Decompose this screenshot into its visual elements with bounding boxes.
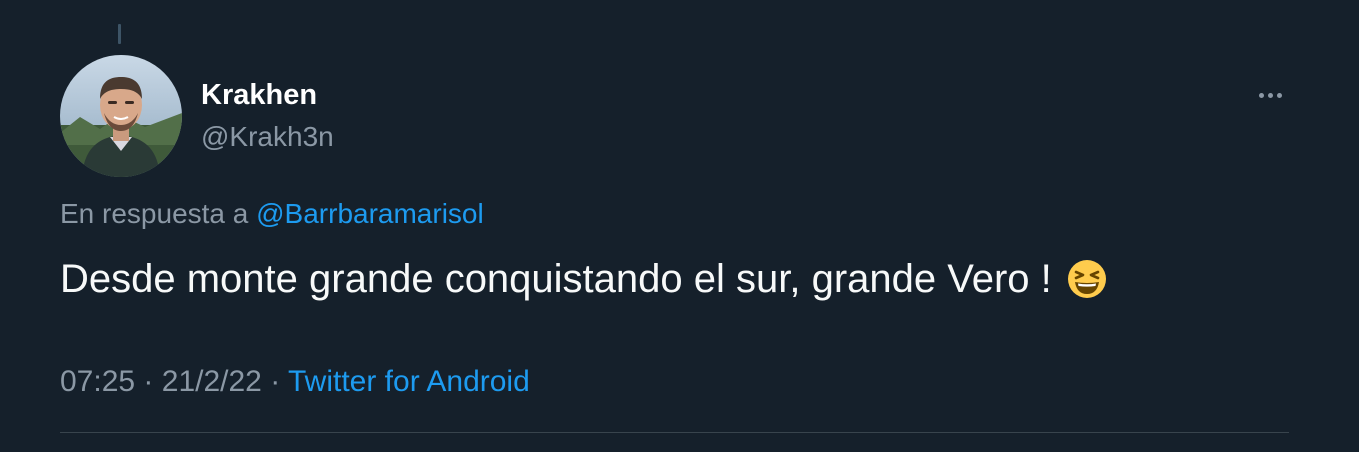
author-name[interactable]: Krakhen xyxy=(201,77,317,113)
more-options-button[interactable] xyxy=(1250,80,1290,110)
grinning-squinting-face-emoji-icon xyxy=(1066,258,1108,300)
tweet-text: Desde monte grande conquistando el sur, … xyxy=(60,254,1108,304)
more-horizontal-icon xyxy=(1258,92,1264,98)
divider xyxy=(60,432,1289,433)
tweet-source-link[interactable]: Twitter for Android xyxy=(288,365,530,398)
avatar[interactable] xyxy=(60,55,182,177)
tweet-card: Krakhen @Krakh3n En respuesta a @Barrbar… xyxy=(0,0,1359,452)
user-photo-avatar-icon xyxy=(60,55,182,177)
meta-separator: · xyxy=(270,365,281,398)
tweet-text-content: Desde monte grande conquistando el sur, … xyxy=(60,257,1052,301)
thread-connector-line xyxy=(118,24,121,44)
author-handle[interactable]: @Krakh3n xyxy=(201,119,334,155)
tweet-date[interactable]: 21/2/22 xyxy=(162,365,262,398)
tweet-metadata: 07:25 · 21/2/22 · Twitter for Android xyxy=(60,363,530,401)
tweet-time[interactable]: 07:25 xyxy=(60,365,135,398)
reply-mention-link[interactable]: @Barrbaramarisol xyxy=(256,198,484,229)
more-horizontal-icon xyxy=(1267,92,1273,98)
meta-separator: · xyxy=(143,365,154,398)
reply-context: En respuesta a @Barrbaramarisol xyxy=(60,196,484,232)
reply-prefix: En respuesta a xyxy=(60,198,249,229)
more-horizontal-icon xyxy=(1276,92,1282,98)
